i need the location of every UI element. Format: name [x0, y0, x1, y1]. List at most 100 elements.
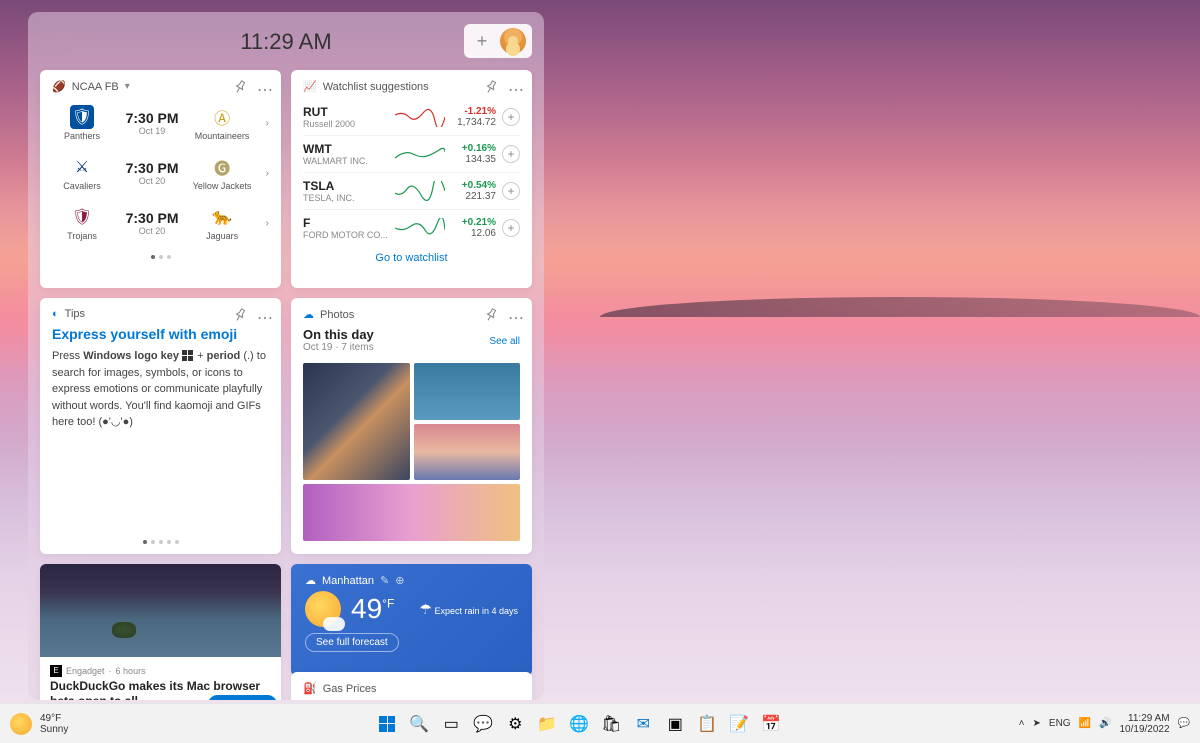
taskbar-center: 🔍 ▭ 💬 ⚙ 📁 🌐 🛍 ✉ ▣ 📋 📝 📅 — [140, 711, 1019, 737]
stock-row[interactable]: FFORD MOTOR CO... +0.21%12.06 + — [303, 210, 520, 246]
more-icon[interactable]: ⋯ — [508, 80, 522, 94]
location-arrow-icon[interactable]: ➤ — [1033, 718, 1041, 729]
photos-title: On this day — [303, 327, 520, 342]
wifi-icon[interactable]: 📶 — [1079, 718, 1091, 729]
onedrive-icon: ☁ — [303, 308, 314, 321]
add-widget-button[interactable]: + — [470, 29, 494, 53]
photo-thumbnail[interactable] — [414, 363, 521, 420]
gas-label: Gas Prices — [323, 683, 377, 695]
stock-row[interactable]: WMTWALMART INC. +0.16%134.35 + — [303, 136, 520, 173]
watchlist-widget[interactable]: 📈 Watchlist suggestions ⋯ RUTRussell 200… — [291, 70, 532, 288]
more-icon[interactable]: ⋯ — [257, 308, 271, 322]
sports-games: 🛡Panthers 7:30 PMOct 19 ⒶMountaineers › … — [52, 99, 269, 247]
stock-name: TESLA, INC. — [303, 193, 393, 203]
sports-widget[interactable]: 🏈 NCAA FB ▾ ⋯ 🛡Panthers 7:30 PMOct 19 ⒶM… — [40, 70, 281, 288]
add-stock-button[interactable]: + — [502, 145, 520, 163]
see-more-button[interactable]: See more › — [208, 695, 277, 700]
notepad-icon[interactable]: 📝 — [726, 711, 752, 737]
photos-label: Photos — [320, 309, 354, 321]
sparkline — [393, 216, 446, 240]
taskbar-date: 10/19/2022 — [1119, 724, 1169, 735]
pin-icon[interactable] — [484, 308, 498, 322]
terminal-icon[interactable]: ▣ — [662, 711, 688, 737]
taskbar-time: 11:29 AM — [1119, 713, 1169, 724]
chat-button[interactable]: 💬 — [470, 711, 496, 737]
taskbar-weather[interactable]: 49°FSunny — [0, 713, 140, 735]
stock-list: RUTRussell 2000 -1.21%1,734.72 + WMTWALM… — [303, 99, 520, 246]
photo-thumbnail[interactable] — [303, 484, 520, 541]
pin-icon[interactable] — [484, 80, 498, 94]
team-logo: 🛡 — [70, 205, 94, 229]
stock-price: 12.06 — [446, 228, 496, 239]
add-stock-button[interactable]: + — [502, 108, 520, 126]
calendar-icon[interactable]: 📅 — [758, 711, 784, 737]
game-row[interactable]: 🛡Trojans 7:30 PMOct 20 🐆Jaguars › — [52, 199, 269, 247]
stock-pct: +0.16% — [446, 143, 496, 154]
news-source: EEngadget · 6 hours — [50, 665, 271, 677]
weather-condition-icon — [305, 591, 341, 627]
pin-icon[interactable] — [233, 80, 247, 94]
edge-icon[interactable]: 🌐 — [566, 711, 592, 737]
news-widget[interactable]: EEngadget · 6 hours DuckDuckGo makes its… — [40, 564, 281, 700]
tray-overflow-icon[interactable]: ˄ — [1019, 718, 1025, 729]
more-icon[interactable]: ⋯ — [508, 308, 522, 322]
see-forecast-button[interactable]: See full forecast — [305, 633, 399, 652]
news-image — [40, 564, 281, 657]
temperature: 49°F — [351, 593, 394, 625]
chevron-right-icon: › — [266, 168, 269, 179]
pagination-dots — [52, 255, 269, 259]
team-name: Jaguars — [206, 231, 238, 241]
start-button[interactable] — [374, 711, 400, 737]
language-indicator[interactable]: ENG — [1049, 718, 1071, 729]
more-icon[interactable]: ⋯ — [257, 80, 271, 94]
stock-pct: -1.21% — [446, 106, 496, 117]
go-to-watchlist-link[interactable]: Go to watchlist — [303, 252, 520, 264]
photo-thumbnail[interactable] — [414, 424, 521, 481]
weather-widget[interactable]: ☁ Manhattan ✎ ⊕ 49°F ☂ Expect rain in 4 … — [291, 564, 532, 676]
game-row[interactable]: ⚔Cavaliers 7:30 PMOct 20 🅖Yellow Jackets… — [52, 149, 269, 197]
edit-icon[interactable]: ✎ — [380, 574, 389, 587]
chevron-down-icon[interactable]: ▾ — [125, 81, 130, 92]
user-avatar[interactable] — [500, 28, 526, 54]
globe-icon[interactable]: ⊕ — [395, 574, 404, 587]
stock-row[interactable]: TSLATESLA, INC. +0.54%221.37 + — [303, 173, 520, 210]
panel-actions: + — [464, 24, 532, 58]
taskbar-clock[interactable]: 11:29 AM 10/19/2022 — [1119, 713, 1169, 735]
taskbar-condition: Sunny — [40, 724, 68, 735]
tips-icon: ◐ — [52, 308, 59, 320]
game-time: 7:30 PM — [126, 160, 179, 176]
cloud-icon: ☁ — [305, 574, 316, 587]
photos-subtitle: Oct 19 · 7 items — [303, 342, 520, 353]
see-all-link[interactable]: See all — [489, 336, 520, 347]
team-name: Yellow Jackets — [193, 181, 252, 191]
add-stock-button[interactable]: + — [502, 219, 520, 237]
tips-widget[interactable]: ◐ Tips ⋯ Express yourself with emoji Pre… — [40, 298, 281, 554]
taskbar: 49°FSunny 🔍 ▭ 💬 ⚙ 📁 🌐 🛍 ✉ ▣ 📋 📝 📅 ˄ ➤ EN… — [0, 703, 1200, 743]
windows-key-icon — [182, 350, 194, 362]
taskbar-temp: 49°F — [40, 713, 68, 724]
sports-icon: 🏈 — [52, 80, 66, 93]
team-logo: 🛡 — [70, 105, 94, 129]
team-logo: 🐆 — [210, 205, 234, 229]
photos-widget[interactable]: ☁ Photos ⋯ On this day Oct 19 · 7 items … — [291, 298, 532, 554]
stock-symbol: TSLA — [303, 179, 393, 193]
task-view-button[interactable]: ▭ — [438, 711, 464, 737]
pin-icon[interactable] — [233, 308, 247, 322]
game-time: 7:30 PM — [126, 110, 179, 126]
store-icon[interactable]: 🛍 — [598, 711, 624, 737]
notifications-icon[interactable]: 💬 — [1178, 718, 1190, 729]
tips-body: Press Windows logo key + period (.) to s… — [52, 348, 269, 431]
team-name: Mountaineers — [195, 131, 250, 141]
mail-icon[interactable]: ✉ — [630, 711, 656, 737]
photo-thumbnail[interactable] — [303, 363, 410, 480]
whiteboard-icon[interactable]: 📋 — [694, 711, 720, 737]
settings-icon[interactable]: ⚙ — [502, 711, 528, 737]
add-stock-button[interactable]: + — [502, 182, 520, 200]
game-row[interactable]: 🛡Panthers 7:30 PMOct 19 ⒶMountaineers › — [52, 99, 269, 147]
stock-symbol: F — [303, 216, 393, 230]
volume-icon[interactable]: 🔊 — [1099, 718, 1111, 729]
file-explorer-icon[interactable]: 📁 — [534, 711, 560, 737]
search-button[interactable]: 🔍 — [406, 711, 432, 737]
stock-row[interactable]: RUTRussell 2000 -1.21%1,734.72 + — [303, 99, 520, 136]
gas-widget[interactable]: ⛽ Gas Prices Gas nearby is as low as 3.5… — [291, 672, 532, 700]
